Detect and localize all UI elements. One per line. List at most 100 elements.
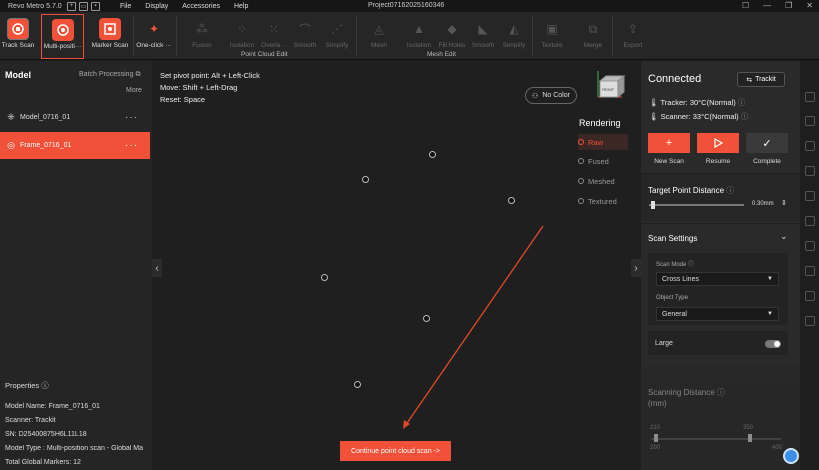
prop-sn: SN: D25400875H6L11L18 — [5, 431, 87, 438]
properties-title: Properties ⓘ — [5, 381, 49, 390]
tracker-temperature: 🌡︎ Tracker: 30°C(Normal) ⓘ — [649, 98, 746, 107]
smooth-button[interactable]: ⌒ Smooth — [290, 18, 320, 50]
mesh-icon: ◬ — [374, 22, 384, 36]
new-scan-label: New Scan — [654, 158, 684, 165]
view-tool-icon[interactable] — [805, 116, 815, 126]
open-folder-icon[interactable]: ▭ — [79, 1, 88, 11]
frame-more-icon[interactable]: ··· — [125, 140, 138, 151]
target-distance-section: Target Point Distance ⓘ 0.30mm ⇕ — [641, 173, 800, 221]
fusion-button[interactable]: ⁂ Fusion — [188, 18, 216, 49]
window-controls: ☐ — ❐ ✕ — [742, 1, 813, 10]
track-scan-button[interactable]: Track Scan — [1, 18, 35, 49]
help-bubble-icon[interactable] — [783, 448, 799, 464]
toolbar-separator — [176, 16, 177, 56]
merge-icon: ⧉ — [588, 21, 598, 36]
multi-position-scan-button[interactable]: Multi-positi··· — [41, 14, 84, 59]
scanning-distance-slider[interactable] — [651, 438, 781, 440]
wand-icon: ✦ — [148, 22, 160, 36]
range-tick: 400 — [772, 445, 783, 451]
complete-label: Complete — [753, 158, 781, 165]
batch-icon: ⧉ — [135, 71, 141, 78]
view-tool-icon[interactable] — [805, 92, 815, 102]
menu-accessories[interactable]: Accessories — [182, 3, 220, 10]
caret-down-icon: ▼ — [767, 276, 773, 282]
export-icon: ⇪ — [627, 22, 639, 36]
track-scan-icon — [7, 18, 29, 40]
one-click-button[interactable]: ✦ One-click ··· — [134, 18, 174, 49]
complete-button[interactable]: ✓ — [746, 133, 788, 153]
toolbar-separator — [532, 16, 533, 56]
restore-icon[interactable]: ❐ — [785, 1, 792, 10]
fusion-icon: ⁂ — [196, 22, 208, 36]
resume-button[interactable] — [697, 133, 739, 153]
mesh-button[interactable]: ◬ Mesh — [364, 18, 394, 49]
save-icon[interactable]: ▪ — [91, 1, 100, 11]
target-distance-title: Target Point Distance ⓘ — [648, 186, 735, 195]
object-type-label: Object Type — [656, 295, 688, 301]
scan-settings-header[interactable]: Scan Settings ⌄ — [641, 223, 800, 253]
scanning-distance-section: Scanning Distance ⓘ (mm) 210 350 200 400 — [641, 366, 800, 470]
mesh-simplify-button[interactable]: ◭ Simplify — [499, 18, 529, 49]
mesh-edit-label: Mesh Edit — [427, 51, 456, 58]
view-tool-icon[interactable] — [805, 266, 815, 276]
more-button[interactable]: More — [126, 87, 142, 94]
mesh-isolation-button[interactable]: ▲ Isolation — [403, 18, 435, 49]
scan-settings-title: Scan Settings — [648, 234, 698, 243]
object-type-select[interactable]: General ▼ — [656, 307, 779, 321]
target-distance-slider[interactable] — [649, 204, 744, 206]
continue-point-cloud-scan-button[interactable]: Continue point cloud scan -> — [340, 441, 451, 461]
marker-scan-icon — [99, 18, 121, 40]
minimize-icon[interactable]: — — [763, 1, 771, 10]
merge-button[interactable]: ⧉ Merge — [578, 18, 608, 50]
model-item[interactable]: ⁜ Model_0716_01 ··· — [0, 104, 150, 131]
3d-viewport[interactable]: Set pivot point: Alt + Left-Click Move: … — [152, 61, 641, 470]
view-tool-icon[interactable] — [805, 316, 815, 326]
slider-thumb[interactable] — [748, 434, 752, 442]
title-bar: Revo Metro 5.7.0 + ▭ ▪ File Display Acce… — [0, 0, 819, 12]
view-tool-icon[interactable] — [805, 166, 815, 176]
view-tool-icon[interactable] — [805, 241, 815, 251]
slider-thumb[interactable] — [651, 201, 655, 209]
export-button[interactable]: ⇪ Export — [618, 18, 648, 49]
scan-control-panel: Connected ⇆ Trackit 🌡︎ Tracker: 30°C(Norm… — [641, 61, 800, 470]
view-tool-icon[interactable] — [805, 216, 815, 226]
info-icon: ⓘ — [737, 98, 746, 107]
view-tool-icon[interactable] — [805, 191, 815, 201]
scan-mode-select[interactable]: Cross Lines ▼ — [656, 272, 779, 286]
stepper-icon[interactable]: ⇕ — [781, 199, 787, 207]
smooth-icon: ⌒ — [298, 22, 311, 37]
view-tool-icon[interactable] — [805, 291, 815, 301]
menu-bar: File Display Accessories Help — [120, 3, 248, 10]
view-tool-icon[interactable] — [805, 141, 815, 151]
chevron-down-icon[interactable]: ⌄ — [780, 231, 788, 242]
swap-icon: ⇆ — [746, 76, 753, 84]
layout-icon[interactable]: ☐ — [742, 1, 749, 10]
caret-down-icon: ▼ — [767, 311, 773, 317]
simplify-button[interactable]: ⋰ Simplify — [322, 18, 352, 49]
large-toggle[interactable] — [765, 340, 781, 348]
marker-scan-button[interactable]: Marker Scan — [90, 18, 130, 49]
new-scan-button[interactable]: + — [648, 133, 690, 153]
overlap-button[interactable]: ⁙ Overla··· — [258, 18, 290, 49]
collapse-left-icon[interactable]: ‹ — [152, 259, 162, 277]
prop-model-name: Model Name: Frame_0716_01 — [5, 403, 100, 410]
texture-button[interactable]: ▣ Texture — [537, 18, 567, 49]
frame-item[interactable]: ◎ Frame_0716_01 ··· — [0, 132, 150, 159]
menu-help[interactable]: Help — [234, 3, 248, 10]
slider-thumb[interactable] — [654, 434, 658, 442]
model-more-icon[interactable]: ··· — [125, 112, 138, 123]
model-panel-title: Model — [5, 70, 31, 80]
batch-processing-button[interactable]: Batch Processing ⧉ — [79, 71, 140, 79]
point-cloud-edit-label: Point Cloud Edit — [241, 51, 288, 58]
scan-mode-label: Scan Mode ⓘ — [656, 262, 695, 268]
menu-display[interactable]: Display — [145, 3, 168, 10]
close-icon[interactable]: ✕ — [806, 1, 813, 10]
mesh-smooth-button[interactable]: ◣ Smooth — [468, 18, 498, 49]
isolation-button[interactable]: ⁘ Isolation — [226, 18, 258, 49]
new-file-icon[interactable]: + — [67, 1, 76, 11]
simplify-icon: ⋰ — [331, 22, 343, 36]
fill-holes-button[interactable]: ◆ Fill Holes — [436, 18, 468, 49]
collapse-right-icon[interactable]: › — [631, 259, 641, 277]
trackit-device-button[interactable]: ⇆ Trackit — [737, 72, 785, 87]
menu-file[interactable]: File — [120, 3, 131, 10]
